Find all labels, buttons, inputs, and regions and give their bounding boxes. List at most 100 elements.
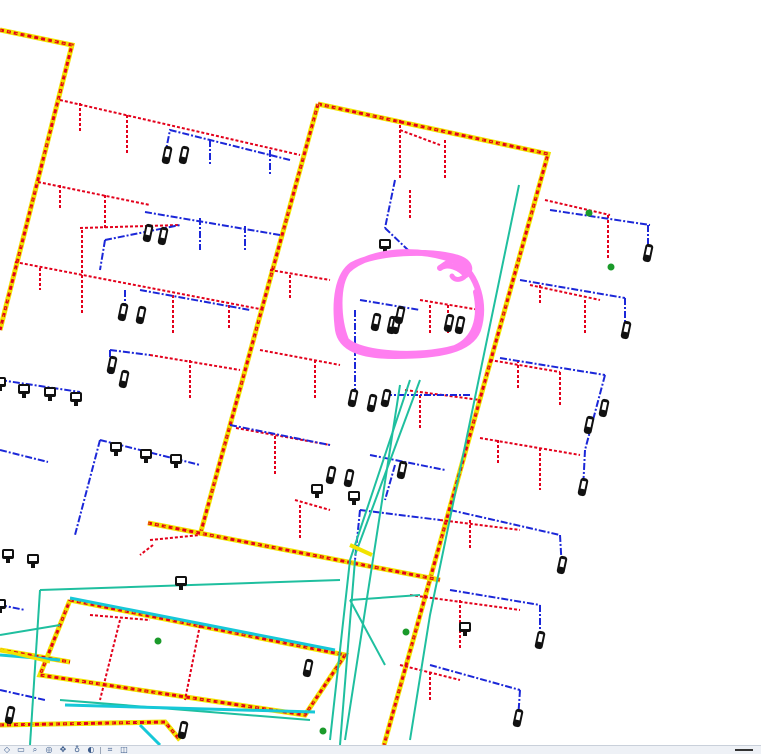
air-terminal-icon[interactable] xyxy=(142,223,154,243)
crop-icon[interactable]: ⌗ xyxy=(105,746,115,754)
statusbar-end-mark xyxy=(735,749,753,751)
return-duct xyxy=(519,279,626,299)
air-terminal-icon[interactable] xyxy=(302,658,314,678)
air-terminal-icon[interactable] xyxy=(534,630,546,650)
branch-duct xyxy=(489,359,561,373)
pipe-run xyxy=(0,624,61,636)
valve-marker-icon xyxy=(402,628,410,636)
branch-duct xyxy=(149,534,201,541)
branch-duct xyxy=(409,594,521,611)
main-duct-dash xyxy=(317,102,550,745)
diffuser-box-icon[interactable] xyxy=(0,599,6,613)
valve-marker-icon xyxy=(154,637,162,645)
return-duct xyxy=(99,239,106,271)
branch-duct xyxy=(139,544,154,556)
air-terminal-icon[interactable] xyxy=(577,477,589,497)
diffuser-box-icon[interactable] xyxy=(44,387,56,401)
air-terminal-icon[interactable] xyxy=(347,388,359,408)
diffuser-box-icon[interactable] xyxy=(459,622,471,636)
select-icon[interactable]: ◇ xyxy=(2,746,12,754)
pipe-run xyxy=(69,596,336,652)
air-terminal-icon[interactable] xyxy=(161,145,173,165)
air-terminal-icon[interactable] xyxy=(396,460,408,480)
pipe-run xyxy=(349,599,386,666)
lock-icon[interactable]: ♁ xyxy=(72,746,82,754)
air-terminal-icon[interactable] xyxy=(178,145,190,165)
pipe-run xyxy=(39,579,341,591)
air-terminal-icon[interactable] xyxy=(583,415,595,435)
air-terminal-icon[interactable] xyxy=(443,313,455,333)
duct-layer xyxy=(0,27,651,745)
branch-duct xyxy=(259,349,341,366)
zoom-icon[interactable]: ⌕ xyxy=(30,746,40,754)
air-terminal-icon[interactable] xyxy=(118,369,130,389)
diffuser-box-icon[interactable] xyxy=(175,576,187,590)
branch-duct xyxy=(479,437,581,456)
valve-marker-icon xyxy=(319,727,327,735)
window-icon[interactable]: ▭ xyxy=(16,746,26,754)
air-terminal-icon[interactable] xyxy=(642,243,654,263)
branch-duct xyxy=(269,269,331,281)
air-terminal-icon[interactable] xyxy=(556,555,568,575)
valve-marker-icon xyxy=(585,209,593,217)
hide-icon[interactable]: ◫ xyxy=(119,746,129,754)
pink-markup-circle xyxy=(333,249,484,359)
air-terminal-icon[interactable] xyxy=(343,468,355,488)
air-terminal-icon[interactable] xyxy=(325,465,337,485)
air-terminal-icon[interactable] xyxy=(370,312,382,332)
drawing-canvas[interactable] xyxy=(0,0,761,745)
orbit-icon[interactable]: ◎ xyxy=(44,746,54,754)
branch-duct xyxy=(544,199,611,216)
branch-duct xyxy=(184,624,201,701)
air-terminal-icon[interactable] xyxy=(598,398,610,418)
return-duct xyxy=(0,689,46,701)
air-terminal-icon[interactable] xyxy=(177,720,189,740)
main-duct xyxy=(36,597,350,718)
pipe-run xyxy=(29,589,41,745)
air-terminal-icon[interactable] xyxy=(106,355,118,375)
air-terminal-icon[interactable] xyxy=(117,302,129,322)
air-terminal-icon[interactable] xyxy=(366,393,378,413)
air-terminal-icon[interactable] xyxy=(380,388,392,408)
return-duct xyxy=(449,589,541,606)
return-duct xyxy=(429,664,521,691)
diffuser-box-icon[interactable] xyxy=(170,454,182,468)
air-terminal-icon[interactable] xyxy=(135,305,147,325)
pipe-run xyxy=(349,594,421,601)
return-duct xyxy=(74,439,101,536)
branch-duct xyxy=(439,519,521,531)
return-duct xyxy=(0,449,49,463)
pan-icon[interactable]: ✥ xyxy=(58,746,68,754)
markup-layer xyxy=(333,249,484,359)
diffuser-box-icon[interactable] xyxy=(70,392,82,406)
valve-marker-icon xyxy=(607,263,615,271)
main-duct xyxy=(0,27,76,331)
diffuser-box-icon[interactable] xyxy=(348,491,360,505)
return-duct xyxy=(109,349,151,356)
diffuser-box-icon[interactable] xyxy=(2,549,14,563)
air-terminal-icon[interactable] xyxy=(620,320,632,340)
diffuser-box-icon[interactable] xyxy=(18,384,30,398)
air-terminal-icon[interactable] xyxy=(394,305,406,325)
return-duct xyxy=(139,289,251,311)
separator xyxy=(100,746,101,754)
diffuser-box-icon[interactable] xyxy=(0,377,6,391)
diffuser-box-icon[interactable] xyxy=(110,442,122,456)
air-terminal-icon[interactable] xyxy=(4,705,16,725)
air-terminal-icon[interactable] xyxy=(512,708,524,728)
branch-duct xyxy=(59,99,301,156)
main-duct xyxy=(317,101,552,745)
visual-style-icon[interactable]: ◐ xyxy=(86,746,96,754)
pipe-run xyxy=(138,723,162,745)
main-duct-accent xyxy=(317,103,549,745)
diffuser-box-icon[interactable] xyxy=(311,484,323,498)
branch-duct xyxy=(14,261,266,311)
return-duct xyxy=(499,357,606,376)
return-duct xyxy=(384,179,396,229)
branch-duct xyxy=(399,129,441,146)
air-terminal-icon[interactable] xyxy=(454,315,466,335)
diffuser-box-icon[interactable] xyxy=(140,449,152,463)
main-duct-dash xyxy=(147,521,441,582)
diffuser-box-icon[interactable] xyxy=(27,554,39,568)
hvac-floor-plan[interactable] xyxy=(0,0,761,745)
